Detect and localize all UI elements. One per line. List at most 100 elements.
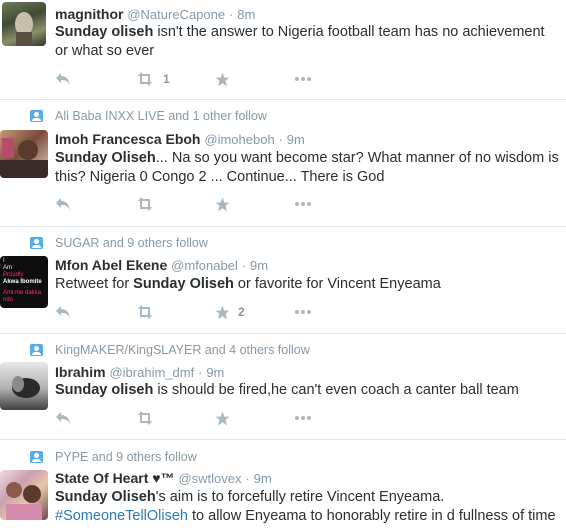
tweet-text: Sunday oliseh isn't the answer to Nigeri…	[55, 23, 560, 61]
star-icon	[215, 197, 230, 211]
follow-context: PYPE and 9 others follow	[30, 450, 197, 464]
tweet[interactable]: KingMAKER/KingSLAYER and 4 others follow…	[0, 334, 566, 440]
tweet-actions	[55, 194, 355, 214]
timestamp[interactable]: 9m	[206, 365, 224, 380]
favorite-button[interactable]	[215, 69, 238, 89]
tweet[interactable]: PYPE and 9 others follow State Of Heart …	[0, 440, 566, 532]
reply-icon	[56, 198, 70, 210]
tweet-text-rest: is should be fired,he can't even coach a…	[153, 382, 519, 398]
username[interactable]: @mfonabel	[171, 258, 238, 273]
tweet-header: magnithor @NatureCapone · 8m	[55, 6, 255, 22]
username[interactable]: @swtlovex	[178, 471, 241, 486]
tweet[interactable]: magnithor @NatureCapone · 8m Sunday olis…	[0, 0, 566, 100]
favorite-button[interactable]	[215, 408, 238, 428]
username[interactable]: @imoheboh	[204, 132, 274, 147]
tweet-header: Imoh Francesca Eboh @imoheboh · 9m	[55, 131, 305, 147]
separator-dot: ·	[278, 132, 283, 147]
avatar[interactable]	[2, 2, 46, 46]
avatar[interactable]	[0, 362, 48, 410]
tweet[interactable]: Ali Baba INXX LIVE and 1 other follow Im…	[0, 100, 566, 227]
avatar-text-1: I	[3, 258, 5, 264]
follow-context-text[interactable]: Ali Baba INXX LIVE and 1 other follow	[55, 109, 267, 123]
tweet-text-tail: to allow Enyeama to honorably retire in …	[188, 508, 556, 524]
bold-keyword: Sunday Oliseh	[55, 150, 156, 166]
tweet-text: Sunday oliseh is should be fired,he can'…	[55, 381, 560, 400]
timestamp[interactable]: 8m	[237, 7, 255, 22]
user-follow-icon	[30, 344, 43, 356]
fullname[interactable]: Mfon Abel Ekene	[55, 257, 167, 273]
reply-button[interactable]	[55, 69, 71, 89]
more-button[interactable]	[294, 408, 312, 428]
bold-keyword: Sunday oliseh	[55, 382, 154, 398]
favorite-button[interactable]: 2	[215, 302, 245, 322]
username[interactable]: @ibrahim_dmf	[109, 365, 194, 380]
reply-button[interactable]	[55, 302, 71, 322]
retweet-button[interactable]: 1	[135, 69, 170, 89]
tweet-actions: 2	[55, 302, 355, 322]
reply-icon	[56, 412, 70, 424]
hashtag-link[interactable]: #SomeoneTellOliseh	[55, 508, 188, 524]
fullname[interactable]: magnithor	[55, 6, 123, 22]
timestamp[interactable]: 9m	[250, 258, 268, 273]
fullname[interactable]: Ibrahim	[55, 364, 106, 380]
tweet-actions	[55, 408, 355, 428]
retweet-icon	[138, 72, 152, 86]
avatar-image	[15, 12, 33, 46]
avatar-text-4: Akwa Ibomite	[3, 279, 42, 285]
more-icon	[295, 416, 311, 420]
tweet-header: Ibrahim @ibrahim_dmf · 9m	[55, 364, 224, 380]
fullname[interactable]: State Of Heart ♥™	[55, 470, 175, 486]
separator-dot: ·	[229, 7, 234, 22]
tweet[interactable]: SUGAR and 9 others follow I Am Proudly A…	[0, 227, 566, 334]
retweet-button[interactable]	[135, 194, 163, 214]
reply-icon	[56, 73, 70, 85]
retweet-button[interactable]	[135, 302, 163, 322]
star-icon	[215, 72, 230, 86]
follow-context: Ali Baba INXX LIVE and 1 other follow	[30, 109, 267, 123]
reply-button[interactable]	[55, 194, 71, 214]
bold-keyword: Sunday Oliseh	[55, 489, 156, 505]
tweet-actions: 1	[55, 69, 355, 89]
follow-context-text[interactable]: SUGAR and 9 others follow	[55, 236, 208, 250]
star-icon	[215, 305, 230, 319]
user-follow-icon	[30, 451, 43, 463]
tweet-text: Sunday Oliseh's aim is to forcefully ret…	[55, 488, 560, 526]
tweet-text-rest: 's aim is to forcefully retire Vincent E…	[155, 489, 445, 505]
more-button[interactable]	[294, 302, 312, 322]
fullname[interactable]: Imoh Francesca Eboh	[55, 131, 200, 147]
more-button[interactable]	[294, 194, 312, 214]
more-icon	[295, 310, 311, 314]
avatar-image	[6, 482, 42, 520]
retweet-icon	[138, 305, 152, 319]
avatar-text-3: Proudly	[3, 272, 24, 278]
retweet-icon	[138, 411, 152, 425]
follow-context: SUGAR and 9 others follow	[30, 236, 208, 250]
avatar-image	[12, 376, 40, 398]
retweet-button[interactable]	[135, 408, 163, 428]
avatar-text-2: Am	[3, 265, 12, 271]
timestamp[interactable]: 9m	[254, 471, 272, 486]
tweet-header: State Of Heart ♥™ @swtlovex · 9m	[55, 470, 272, 486]
tweet-text-lead: Retweet for	[55, 276, 134, 292]
follow-context-text[interactable]: PYPE and 9 others follow	[55, 450, 197, 464]
tweet-text-rest: or favorite for Vincent Enyeama	[233, 276, 441, 292]
retweet-icon	[138, 197, 152, 211]
user-follow-icon	[30, 237, 43, 249]
reply-icon	[56, 306, 70, 318]
bold-keyword: Sunday Oliseh	[133, 276, 234, 292]
avatar[interactable]	[0, 130, 48, 178]
retweet-count: 1	[163, 72, 170, 86]
follow-context-text[interactable]: KingMAKER/KingSLAYER and 4 others follow	[55, 343, 310, 357]
follow-context: KingMAKER/KingSLAYER and 4 others follow	[30, 343, 310, 357]
more-button[interactable]	[294, 69, 312, 89]
reply-button[interactable]	[55, 408, 71, 428]
avatar[interactable]	[0, 470, 48, 520]
star-icon	[215, 411, 230, 425]
separator-dot: ·	[198, 365, 203, 380]
avatar[interactable]: I Am Proudly Akwa Ibomite Ami me dakka n…	[0, 256, 48, 308]
username[interactable]: @NatureCapone	[127, 7, 225, 22]
more-icon	[295, 77, 311, 81]
timestamp[interactable]: 9m	[287, 132, 305, 147]
favorite-button[interactable]	[215, 194, 238, 214]
favorite-count: 2	[238, 305, 245, 319]
